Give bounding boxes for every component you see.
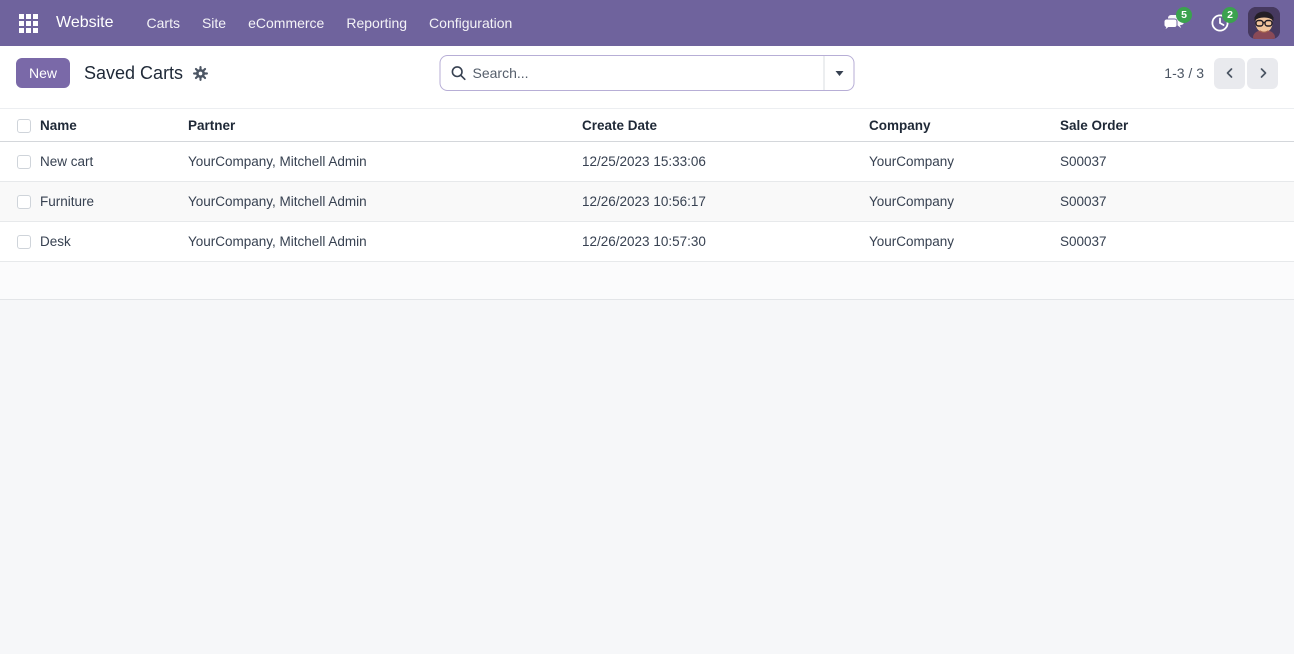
- view-settings-button[interactable]: [191, 64, 210, 83]
- main-menu: Carts Site eCommerce Reporting Configura…: [136, 0, 524, 46]
- cell-create-date: 12/26/2023 10:56:17: [582, 182, 869, 222]
- cell-company: YourCompany: [869, 182, 1060, 222]
- menu-item-configuration[interactable]: Configuration: [418, 0, 523, 46]
- systray: 5 2: [1156, 5, 1280, 41]
- cell-partner: YourCompany, Mitchell Admin: [188, 222, 582, 262]
- saved-carts-table: Name Partner Create Date Company Sale Or…: [0, 108, 1294, 262]
- page-title: Saved Carts: [84, 63, 183, 84]
- content-sheet: New Saved Carts: [0, 46, 1294, 300]
- gear-icon: [193, 66, 208, 81]
- cell-name: Desk: [40, 222, 188, 262]
- table-row[interactable]: Desk YourCompany, Mitchell Admin 12/26/2…: [0, 222, 1294, 262]
- cell-company: YourCompany: [869, 142, 1060, 182]
- table-header-row: Name Partner Create Date Company Sale Or…: [0, 109, 1294, 142]
- top-navbar: Website Carts Site eCommerce Reporting C…: [0, 0, 1294, 46]
- column-header-create-date[interactable]: Create Date: [582, 109, 869, 142]
- row-checkbox[interactable]: [17, 195, 31, 209]
- cell-name: Furniture: [40, 182, 188, 222]
- user-avatar-image: [1248, 7, 1280, 39]
- activities-badge: 2: [1222, 7, 1238, 23]
- column-header-name[interactable]: Name: [40, 109, 188, 142]
- pager-next-button[interactable]: [1247, 58, 1278, 89]
- cell-create-date: 12/25/2023 15:33:06: [582, 142, 869, 182]
- messages-badge: 5: [1176, 7, 1192, 23]
- cell-create-date: 12/26/2023 10:57:30: [582, 222, 869, 262]
- row-checkbox[interactable]: [17, 235, 31, 249]
- app-name[interactable]: Website: [46, 14, 124, 32]
- cell-sale-order: S00037: [1060, 182, 1294, 222]
- table-row[interactable]: New cart YourCompany, Mitchell Admin 12/…: [0, 142, 1294, 182]
- menu-item-site[interactable]: Site: [191, 0, 237, 46]
- cell-partner: YourCompany, Mitchell Admin: [188, 142, 582, 182]
- cell-partner: YourCompany, Mitchell Admin: [188, 182, 582, 222]
- pager-buttons: [1214, 58, 1278, 89]
- row-checkbox[interactable]: [17, 155, 31, 169]
- pager-previous-button[interactable]: [1214, 58, 1245, 89]
- search-options-toggle[interactable]: [824, 56, 854, 90]
- activities-button[interactable]: 2: [1202, 5, 1238, 41]
- chevron-left-icon: [1224, 67, 1236, 79]
- table-footer: [0, 262, 1294, 300]
- new-button[interactable]: New: [16, 58, 70, 88]
- search-bar[interactable]: [440, 55, 855, 91]
- table-row[interactable]: Furniture YourCompany, Mitchell Admin 12…: [0, 182, 1294, 222]
- column-header-partner[interactable]: Partner: [188, 109, 582, 142]
- cell-name: New cart: [40, 142, 188, 182]
- menu-item-reporting[interactable]: Reporting: [335, 0, 418, 46]
- column-header-company[interactable]: Company: [869, 109, 1060, 142]
- search-icon: [451, 65, 467, 81]
- column-header-sale-order[interactable]: Sale Order: [1060, 109, 1294, 142]
- cell-sale-order: S00037: [1060, 142, 1294, 182]
- pager-value: 1-3 / 3: [1164, 65, 1204, 81]
- pager: 1-3 / 3: [1164, 58, 1278, 89]
- apps-grid-icon: [19, 14, 38, 33]
- list-view: Name Partner Create Date Company Sale Or…: [0, 108, 1294, 300]
- cell-company: YourCompany: [869, 222, 1060, 262]
- cell-sale-order: S00037: [1060, 222, 1294, 262]
- select-all-checkbox[interactable]: [17, 119, 31, 133]
- chevron-down-icon: [835, 71, 843, 76]
- messages-button[interactable]: 5: [1156, 5, 1192, 41]
- chevron-right-icon: [1257, 67, 1269, 79]
- apps-menu-button[interactable]: [10, 5, 46, 41]
- menu-item-carts[interactable]: Carts: [136, 0, 191, 46]
- menu-item-ecommerce[interactable]: eCommerce: [237, 0, 335, 46]
- search-input[interactable]: [473, 56, 824, 90]
- user-avatar[interactable]: [1248, 7, 1280, 39]
- control-panel: New Saved Carts: [0, 46, 1294, 100]
- breadcrumb-area: New Saved Carts: [16, 58, 210, 88]
